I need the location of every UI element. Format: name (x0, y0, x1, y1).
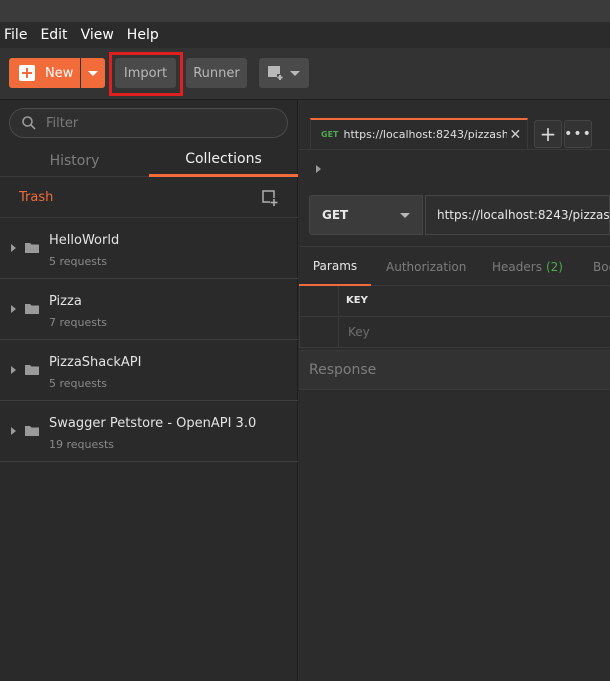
chevron-down-icon (88, 70, 98, 76)
tab-authorization[interactable]: Authorization (386, 247, 466, 286)
chevron-right-icon[interactable] (11, 427, 16, 435)
method-select-value: GET (322, 208, 349, 222)
url-field[interactable] (425, 195, 610, 235)
new-collection-icon[interactable] (262, 190, 278, 206)
tab-strip-divider (299, 149, 610, 150)
close-icon[interactable]: ✕ (510, 127, 522, 143)
new-button-label: New (45, 65, 74, 81)
tab-history[interactable]: History (0, 144, 149, 177)
tab-params[interactable]: Params (299, 247, 371, 286)
new-tab-button[interactable]: + (534, 120, 562, 148)
request-tab[interactable]: GET https://localhost:8243/pizzashack ✕ (310, 118, 528, 149)
import-highlight-box (109, 52, 183, 96)
filter-field[interactable] (9, 108, 288, 138)
more-tabs-button[interactable]: ••• (564, 120, 592, 148)
response-section: Response (299, 350, 610, 390)
collection-name: Pizza (49, 294, 82, 309)
menu-help[interactable]: Help (127, 27, 159, 43)
collection-item[interactable]: PizzaShackAPI 5 requests (0, 340, 298, 401)
collection-request-count: 7 requests (49, 316, 108, 329)
plus-icon: + (539, 122, 557, 146)
plus-icon (19, 65, 35, 81)
response-label: Response (309, 362, 377, 378)
filter-input[interactable] (46, 115, 266, 131)
row-checkbox[interactable] (299, 317, 339, 348)
method-select[interactable]: GET (309, 195, 423, 235)
menu-view[interactable]: View (81, 27, 114, 43)
menu-bar: File Edit View Help (0, 22, 610, 48)
headers-count-badge: (2) (545, 259, 563, 274)
tab-headers-label: Headers (492, 259, 542, 274)
window-title-bar (0, 0, 610, 22)
folder-icon (25, 426, 39, 436)
key-column-header: KEY (346, 295, 368, 306)
collection-name: Swagger Petstore - OpenAPI 3.0 (49, 416, 257, 431)
collection-request-count: 5 requests (49, 255, 108, 268)
toolbar: New Import Runner (0, 48, 610, 100)
request-options-tabs: Params Authorization Headers (2) Body (299, 246, 610, 286)
collection-item[interactable]: Swagger Petstore - OpenAPI 3.0 19 reques… (0, 401, 298, 462)
chevron-right-icon[interactable] (11, 244, 16, 252)
new-dropdown-button[interactable] (81, 58, 105, 88)
request-tab-method: GET (321, 130, 339, 139)
table-header-row: KEY (299, 286, 610, 317)
chevron-down-icon (400, 212, 410, 218)
sidebar-tabs: History Collections (0, 144, 298, 177)
params-table: KEY Key (299, 286, 610, 348)
chevron-right-icon[interactable] (11, 305, 16, 313)
url-input[interactable] (437, 208, 609, 222)
key-input[interactable]: Key (348, 325, 370, 339)
request-pane: GET https://localhost:8243/pizzashack ✕ … (299, 100, 610, 681)
folder-icon (25, 304, 39, 314)
collection-item[interactable]: HelloWorld 5 requests (0, 218, 298, 279)
sidebar: History Collections Trash HelloWorld 5 r… (0, 100, 298, 681)
tab-headers[interactable]: Headers (2) (492, 247, 563, 286)
collection-request-count: 19 requests (49, 438, 115, 451)
chevron-down-icon (290, 70, 300, 76)
tab-body[interactable]: Body (593, 247, 610, 286)
new-window-button[interactable] (259, 58, 309, 88)
folder-icon (25, 365, 39, 375)
folder-icon (25, 243, 39, 253)
new-button[interactable]: New (9, 58, 80, 88)
collection-item[interactable]: Pizza 7 requests (0, 279, 298, 340)
request-tab-url: https://localhost:8243/pizzashack (343, 128, 507, 141)
chevron-right-icon[interactable] (316, 165, 321, 173)
trash-row: Trash (0, 178, 298, 218)
menu-file[interactable]: File (4, 27, 27, 43)
checkbox-column (299, 286, 339, 317)
window-plus-icon (268, 66, 283, 80)
runner-button[interactable]: Runner (186, 58, 247, 88)
search-icon (22, 116, 36, 130)
ellipsis-icon: ••• (564, 126, 592, 142)
table-row: Key (299, 317, 610, 348)
collection-name: PizzaShackAPI (49, 355, 142, 370)
tab-collections[interactable]: Collections (149, 144, 298, 177)
trash-link[interactable]: Trash (19, 190, 53, 205)
chevron-right-icon[interactable] (11, 366, 16, 374)
collection-name: HelloWorld (49, 233, 120, 248)
collection-request-count: 5 requests (49, 377, 108, 390)
menu-edit[interactable]: Edit (40, 27, 67, 43)
